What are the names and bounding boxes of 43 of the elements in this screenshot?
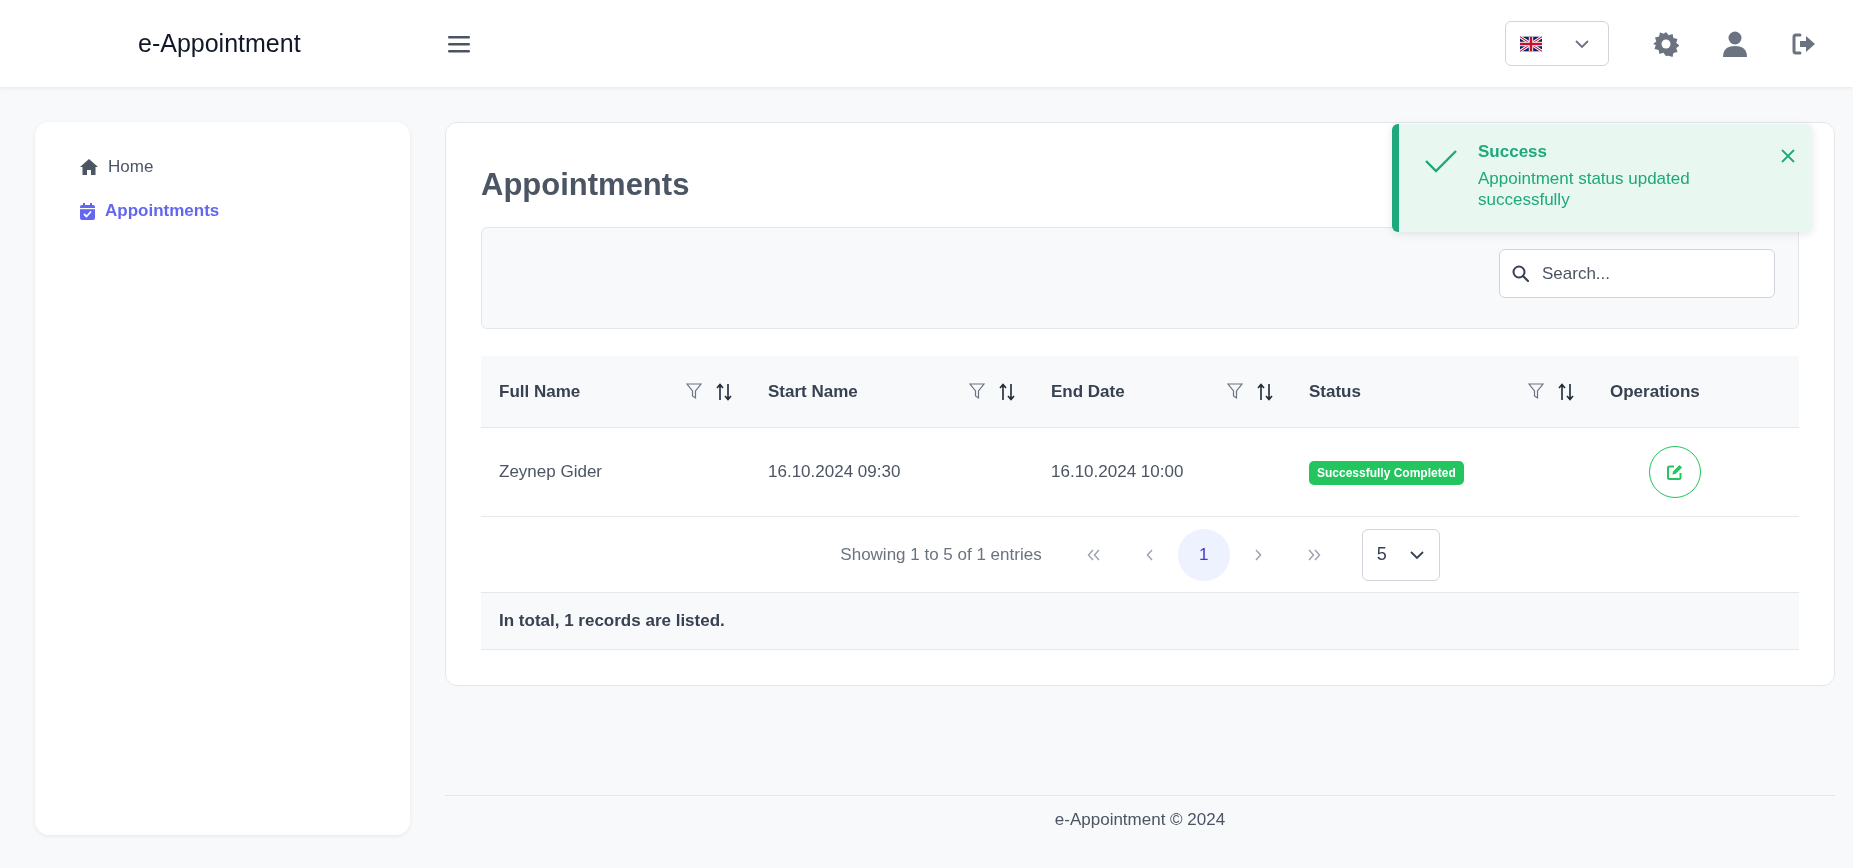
sort-icon[interactable] [1558, 382, 1574, 401]
settings-icon[interactable] [1653, 30, 1679, 57]
language-dropdown[interactable] [1505, 21, 1609, 66]
table-cell: Zeynep Gider [499, 462, 602, 481]
calendar-icon [80, 202, 95, 220]
sort-icon[interactable] [716, 382, 732, 401]
status-badge: Successfully Completed [1309, 461, 1464, 485]
sidebar-item[interactable]: Home [80, 157, 410, 177]
table-cell: 16.10.2024 09:30 [768, 462, 901, 481]
toast-message: Appointment status updated successfully [1478, 168, 1691, 211]
records-total: In total, 1 records are listed. [499, 611, 725, 631]
pagination-summary: Showing 1 to 5 of 1 entries [840, 544, 1042, 565]
user-icon[interactable] [1723, 30, 1747, 57]
copyright-text: e-Appointment © 2024 [1054, 809, 1226, 830]
close-icon[interactable] [1780, 148, 1796, 164]
toast-title: Success [1478, 142, 1548, 162]
page-title: Appointments [481, 167, 690, 203]
filter-icon[interactable] [686, 383, 702, 400]
table-cell: 16.10.2024 10:00 [1051, 462, 1184, 481]
checkmark-icon [1424, 148, 1458, 174]
page-size-dropdown[interactable]: 5 [1361, 528, 1440, 581]
search-icon [1512, 265, 1529, 282]
logout-icon[interactable] [1791, 31, 1817, 56]
sort-icon[interactable] [1257, 382, 1273, 401]
chevron-down-icon [1408, 549, 1425, 560]
column-header: End Date [1051, 381, 1126, 402]
column-header: Operations [1610, 381, 1701, 402]
filter-icon[interactable] [1528, 383, 1544, 400]
search-field[interactable]: Search... [1499, 249, 1775, 298]
sidebar-item[interactable]: Appointments [80, 201, 410, 221]
home-icon [80, 159, 98, 175]
menu-icon[interactable] [447, 33, 470, 54]
flag-icon [1520, 35, 1542, 52]
brand-title: e-Appointment [138, 29, 301, 58]
column-header: Status [1309, 381, 1362, 402]
filter-icon[interactable] [1227, 383, 1243, 400]
column-header: Full Name [499, 381, 582, 402]
column-header: Start Name [768, 381, 859, 402]
sort-icon[interactable] [999, 382, 1015, 401]
edit-icon [1666, 464, 1683, 480]
chevron-down-icon [1574, 38, 1590, 49]
filter-icon[interactable] [969, 383, 985, 400]
page-button[interactable]: 1 [1177, 528, 1230, 581]
